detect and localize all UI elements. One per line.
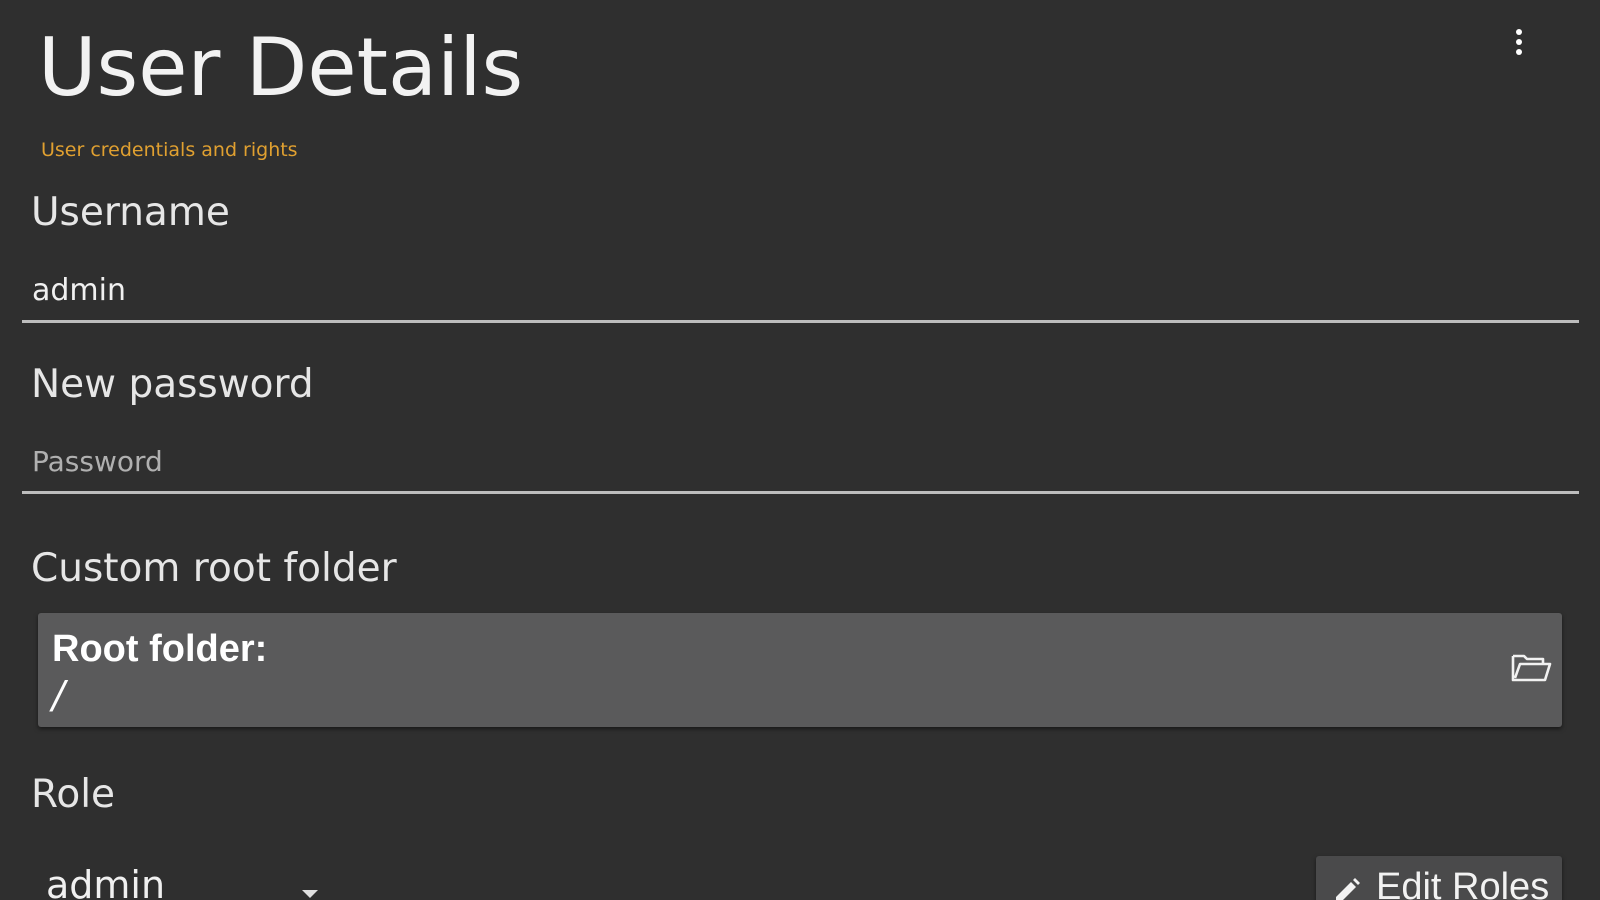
- edit-roles-label: Edit Roles: [1376, 866, 1550, 900]
- user-details-screen: User Details User credentials and rights…: [0, 0, 1600, 900]
- page-title: User Details: [38, 21, 524, 114]
- role-select[interactable]: admin: [40, 862, 330, 900]
- username-label: Username: [31, 190, 230, 235]
- more-vertical-icon[interactable]: [1504, 22, 1534, 62]
- page-subtitle: User credentials and rights: [41, 139, 298, 161]
- new-password-label: New password: [31, 362, 314, 407]
- folder-open-icon[interactable]: [1510, 649, 1552, 685]
- custom-root-folder-label: Custom root folder: [31, 546, 397, 591]
- chevron-down-icon: [302, 890, 318, 898]
- menu-dot: [1516, 39, 1522, 45]
- root-folder-path: /: [52, 673, 65, 717]
- menu-dot: [1516, 29, 1522, 35]
- pencil-icon: [1336, 878, 1360, 900]
- menu-dot: [1516, 49, 1522, 55]
- edit-roles-button[interactable]: Edit Roles: [1316, 856, 1562, 900]
- password-input[interactable]: [22, 438, 1579, 494]
- root-folder-title: Root folder:: [52, 628, 268, 670]
- role-label: Role: [31, 772, 116, 817]
- root-folder-panel[interactable]: Root folder: /: [38, 613, 1562, 727]
- role-selected-value: admin: [46, 863, 166, 900]
- username-input[interactable]: [22, 267, 1579, 323]
